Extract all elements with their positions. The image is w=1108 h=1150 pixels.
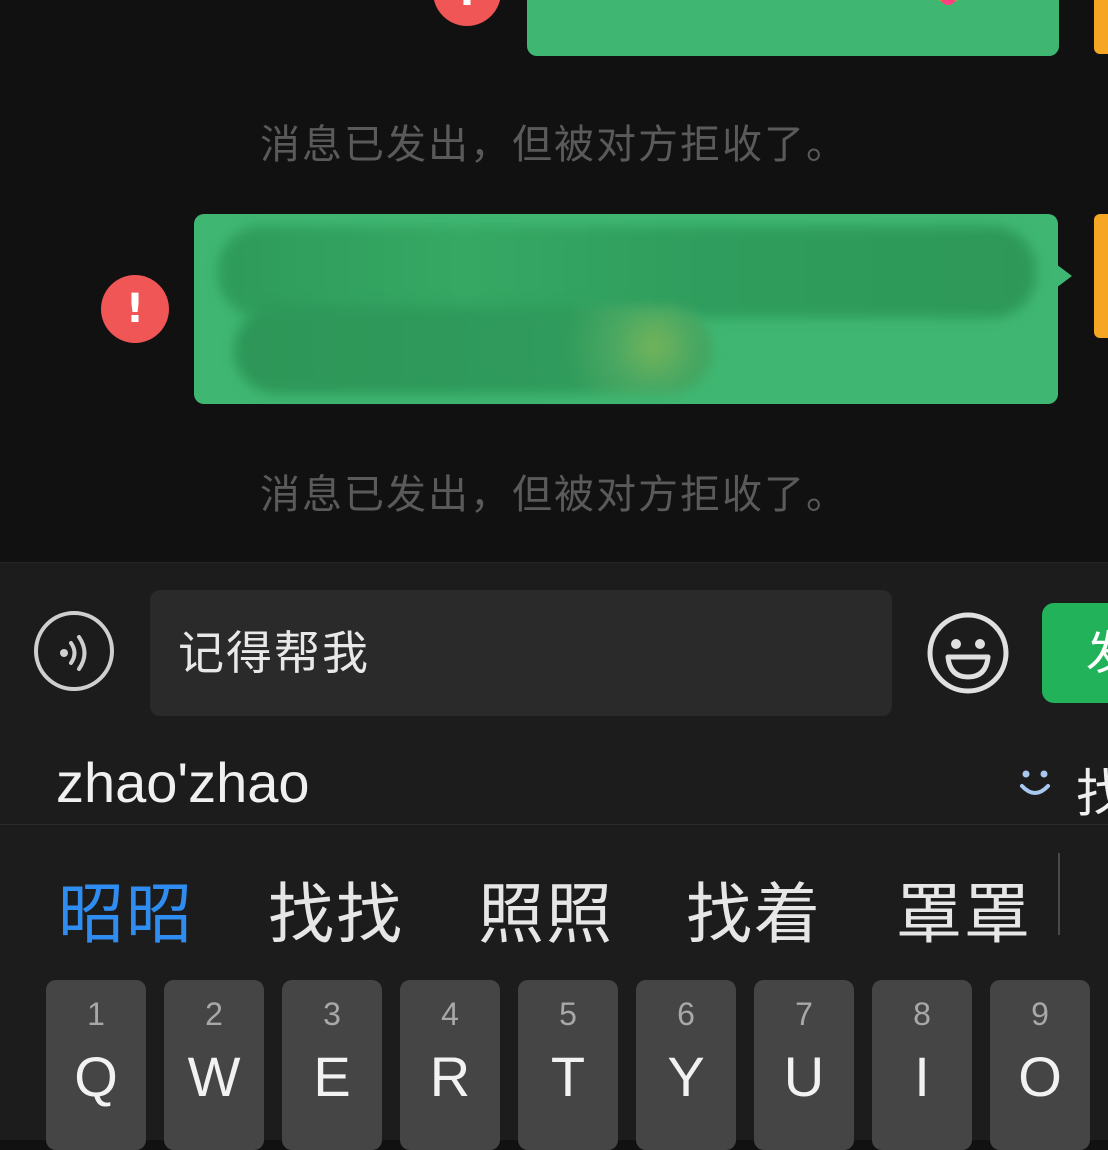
candidate-item[interactable]: 罩罩 — [896, 861, 1032, 957]
message-bubble-redacted[interactable] — [194, 214, 1072, 404]
avatar[interactable] — [1094, 0, 1108, 54]
key-u[interactable]: 7 U — [754, 980, 854, 1150]
chat-area: ! 俺想你咯 土昭儿🤪 消息已发出，但被对方拒收了。 ! 消息已发出，但被对方拒… — [0, 0, 1108, 562]
voice-input-icon[interactable] — [34, 611, 114, 691]
candidate-item[interactable]: 找着 — [686, 861, 822, 957]
key-q[interactable]: 1 Q — [46, 980, 146, 1150]
key-e[interactable]: 3 E — [282, 980, 382, 1150]
key-y[interactable]: 6 Y — [636, 980, 736, 1150]
pinyin-composition: zhao'zhao — [56, 751, 310, 814]
candidate-item[interactable]: 照照 — [478, 861, 614, 957]
message-bubble[interactable]: 俺想你咯 土昭儿🤪 — [527, 0, 1059, 56]
key-t[interactable]: 5 T — [518, 980, 618, 1150]
key-r[interactable]: 4 R — [400, 980, 500, 1150]
redacted-text — [218, 226, 1036, 318]
ime-extra-candidate[interactable]: 找 — [1076, 752, 1108, 827]
candidate-item[interactable]: 找找 — [268, 861, 404, 957]
avatar[interactable] — [1094, 214, 1108, 338]
send-failed-icon[interactable]: ! — [101, 275, 169, 343]
redacted-text — [234, 306, 712, 394]
candidate-divider — [1058, 853, 1060, 935]
input-bar: 记得帮我 发 — [0, 562, 1108, 741]
message-text: 俺想你咯 土昭儿🤪 — [567, 0, 980, 8]
ime-composition-bar: zhao'zhao 找 — [0, 740, 1108, 825]
emoji-icon[interactable] — [926, 611, 1010, 695]
send-failed-icon[interactable]: ! — [433, 0, 501, 26]
candidate-item[interactable]: 昭昭 — [58, 861, 194, 957]
system-notice: 消息已发出，但被对方拒收了。 — [260, 472, 848, 518]
keyboard: 1 Q 2 W 3 E 4 R 5 T 6 Y 7 U 8 I 9 O — [0, 970, 1108, 1150]
key-w[interactable]: 2 W — [164, 980, 264, 1150]
key-o[interactable]: 9 O — [990, 980, 1090, 1150]
key-i[interactable]: 8 I — [872, 980, 972, 1150]
message-input[interactable]: 记得帮我 — [150, 590, 892, 716]
send-button[interactable]: 发 — [1042, 603, 1108, 703]
system-notice: 消息已发出，但被对方拒收了。 — [260, 122, 848, 168]
candidate-bar: 昭昭 找找 照照 找着 罩罩 — [0, 825, 1108, 970]
ime-smile-icon[interactable] — [1016, 764, 1056, 804]
